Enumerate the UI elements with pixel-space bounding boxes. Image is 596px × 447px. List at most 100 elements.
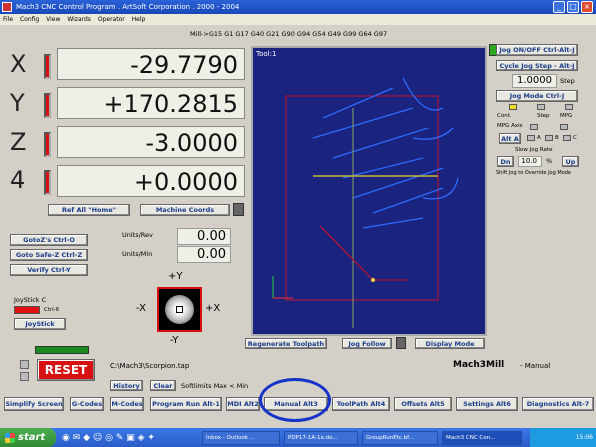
jog-cont-label: Cont.	[497, 113, 512, 119]
jog-mpg-led	[565, 104, 573, 110]
modal-codes: Mill->G15 G1 G17 G40 G21 G90 G94 G54 G49…	[190, 30, 388, 38]
file-path: C:\Mach3\Scorpion.tap	[110, 362, 190, 370]
toolpath-display[interactable]: Tool:1	[251, 46, 487, 336]
units-min-label: Units/Min	[122, 250, 153, 258]
gotoz-button[interactable]: GotoZ's Ctrl-O	[10, 234, 88, 246]
jog-mode-button[interactable]: Jog Mode Ctrl-J	[496, 90, 578, 102]
joystick-plus-y: +Y	[168, 271, 183, 282]
tool-label: Tool:1	[256, 50, 277, 58]
machine-coords-button[interactable]: Machine Coords	[140, 204, 230, 216]
reset-indicator-1	[20, 360, 29, 369]
alt-a-button[interactable]: Alt A	[499, 133, 521, 144]
tab-offsets[interactable]: Offsets Alt5	[394, 397, 452, 411]
app-icon	[2, 2, 12, 12]
axis-z-label: Z	[10, 128, 27, 156]
minimize-button[interactable]: _	[553, 1, 565, 13]
jog-step-mode-label: Step	[537, 113, 550, 119]
softlimits-status: Softlimits Max < Min	[181, 382, 249, 390]
display-mode-button[interactable]: Display Mode	[415, 338, 485, 349]
jog-step-label: Step	[560, 77, 575, 85]
jog-step-value[interactable]: 1.0000	[512, 74, 557, 88]
reset-led	[35, 346, 89, 354]
jog-mpg-label: MPG	[560, 113, 573, 119]
system-tray: 15:06	[530, 428, 596, 447]
tab-diagnostics[interactable]: Diagnostics Alt-7	[522, 397, 594, 411]
slow-jog-rate-label: Slow Jog Rate	[515, 147, 553, 153]
dro-4[interactable]: +0.0000	[57, 165, 245, 197]
menu-help[interactable]: Help	[132, 16, 146, 23]
close-button[interactable]: ×	[581, 1, 593, 13]
menu-config[interactable]: Config	[20, 16, 39, 23]
tab-mdi[interactable]: MDI Alt2	[226, 397, 260, 411]
menu-wizards[interactable]: Wizards	[67, 16, 91, 23]
jog-rate-up-button[interactable]: Up	[562, 156, 579, 167]
tab-toolpath[interactable]: ToolPath Alt4	[332, 397, 390, 411]
shift-jog-note: Shift Jog to Override Jog Mode	[496, 170, 572, 176]
jog-step-led	[537, 104, 545, 110]
jog-onoff-button[interactable]: Jog ON/OFF Ctrl-Alt-J	[496, 44, 578, 56]
jogstick-button[interactable]: JoyStick	[14, 318, 66, 330]
axis-y-label: Y	[10, 89, 25, 117]
jog-cont-led	[509, 104, 517, 110]
jog-follow-led	[396, 337, 406, 349]
mpg-axis-x-led	[530, 124, 538, 130]
units-rev-value: 0.00	[177, 228, 231, 245]
reset-button[interactable]: RESET	[37, 359, 95, 381]
mpg-axis-a-led	[527, 135, 535, 141]
mpg-axis-c-led	[563, 135, 571, 141]
axis-4-label: 4	[10, 166, 26, 194]
dro-x[interactable]: -29.7790	[57, 48, 245, 80]
tab-program-run[interactable]: Program Run Alt-1	[150, 397, 222, 411]
maximize-button[interactable]: □	[567, 1, 579, 13]
menu-file[interactable]: File	[3, 16, 13, 23]
machine-coords-led	[233, 203, 244, 216]
task-word-doc[interactable]: PDP17-1A-1a.do...	[284, 431, 358, 445]
dro-z[interactable]: -3.0000	[57, 126, 245, 158]
axis-x-ref-led	[44, 54, 51, 79]
tab-simplify-screen[interactable]: Simplify Screen	[4, 397, 64, 411]
mpg-axis-b-label: B	[555, 135, 559, 141]
mpg-axis-b-led	[545, 135, 553, 141]
menu-view[interactable]: View	[46, 16, 60, 23]
mpg-axis-y-led	[560, 124, 568, 130]
joystick-label: JoyStick C	[14, 296, 47, 304]
profile-name: Mach3Mill	[453, 360, 505, 370]
windows-logo-icon	[5, 433, 15, 443]
task-grouprun[interactable]: GroupRunEtc.bf...	[362, 431, 438, 445]
window-title: Mach3 CNC Control Program . ArtSoft Corp…	[16, 3, 240, 11]
jog-rate-unit: %	[546, 157, 553, 165]
tab-settings[interactable]: Settings Alt6	[456, 397, 518, 411]
units-rev-label: Units/Rev	[122, 231, 153, 239]
jog-rate-value[interactable]: 10.0	[518, 156, 542, 167]
tab-g-codes[interactable]: G-Codes	[70, 397, 104, 411]
cycle-jog-step-button[interactable]: Cycle Jog Step - Alt-J	[496, 60, 578, 71]
jog-follow-button[interactable]: Jog Follow	[342, 338, 392, 349]
joystick-ctrl-label: Ctrl-6	[44, 307, 60, 313]
ref-all-home-button[interactable]: Ref All "Home"	[48, 204, 130, 216]
tab-m-codes[interactable]: M-Codes	[110, 397, 144, 411]
toolpath-graphic	[272, 77, 459, 328]
clock: 15:06	[575, 434, 593, 441]
history-button[interactable]: History	[110, 380, 143, 391]
verify-button[interactable]: Verify Ctrl-Y	[10, 264, 88, 276]
task-outlook[interactable]: Inbox - Outlook ...	[202, 431, 280, 445]
joystick-minus-x: -X	[136, 303, 146, 314]
mpg-axis-a-label: A	[537, 135, 541, 141]
goto-safe-z-button[interactable]: Goto Safe-Z Ctrl-Z	[10, 249, 88, 261]
axis-x-label: X	[10, 50, 27, 78]
joystick-pad[interactable]	[157, 287, 202, 332]
axis-y-ref-led	[44, 93, 51, 118]
menu-operator[interactable]: Operator	[98, 16, 125, 23]
reset-indicator-2	[20, 372, 29, 381]
mpg-axis-c-label: C	[573, 135, 577, 141]
mpg-axis-label: MPG Axis	[497, 123, 523, 129]
joystick-plus-x: +X	[205, 303, 221, 314]
jog-rate-down-button[interactable]: Dn	[497, 156, 514, 167]
task-mach3[interactable]: Mach3 CNC Con...	[442, 431, 522, 445]
quick-launch-icons[interactable]: ◉ ✉ ◆ ☺ ◎ ✎ ▣ ◈ ✦	[62, 431, 197, 445]
clear-button[interactable]: Clear	[150, 380, 176, 391]
regenerate-toolpath-button[interactable]: Regenerate Toolpath	[245, 338, 327, 349]
units-min-value: 0.00	[177, 246, 231, 263]
axis-4-ref-led	[44, 170, 51, 195]
dro-y[interactable]: +170.2815	[57, 87, 245, 119]
